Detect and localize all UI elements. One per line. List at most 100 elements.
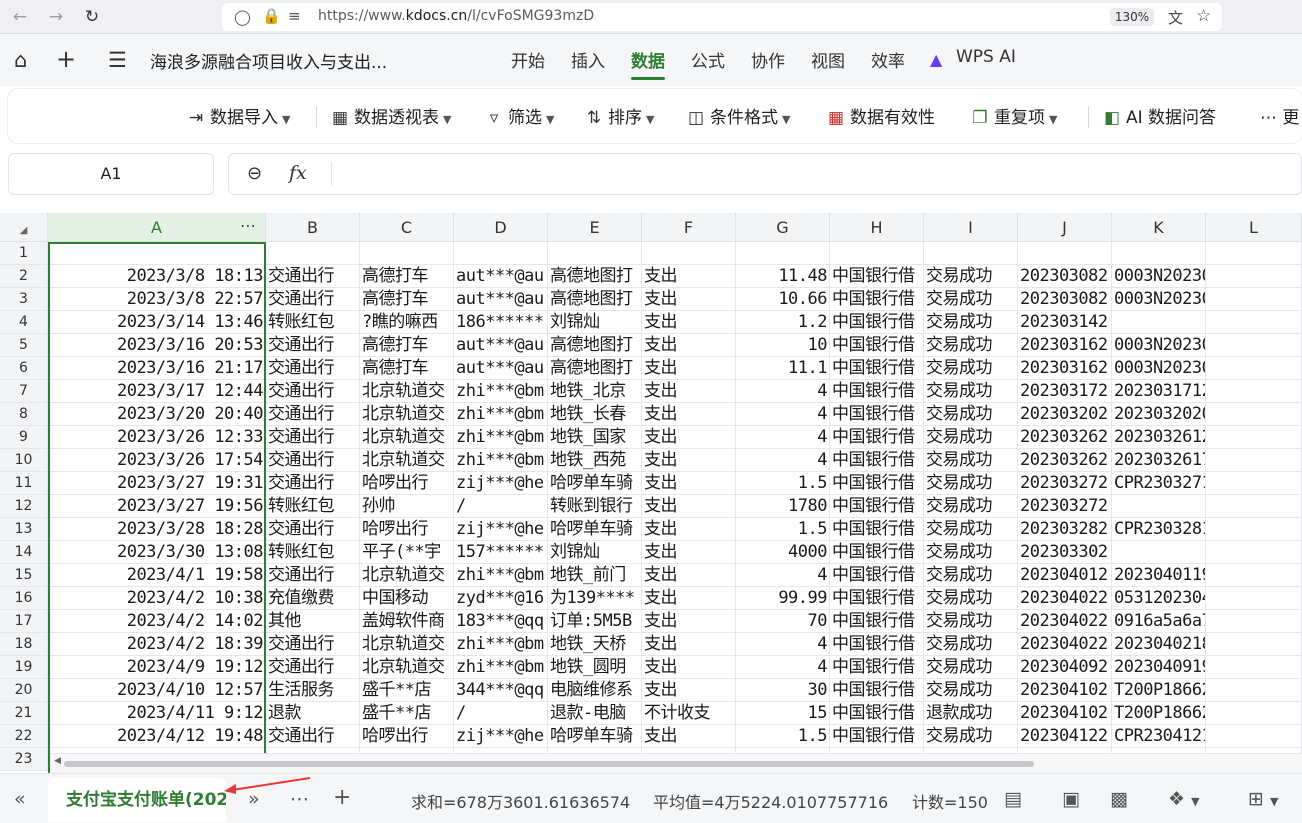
table-cell[interactable]: 转账红包 [266, 495, 360, 518]
forward-icon[interactable]: → [46, 7, 66, 27]
table-cell[interactable]: 202303302 [1018, 541, 1112, 564]
table-cell[interactable]: ?瞧的嘛西 [360, 311, 454, 334]
row-header[interactable]: 20 [0, 679, 48, 702]
table-cell[interactable]: zhi***@bm [454, 633, 548, 656]
table-cell[interactable]: 地铁_前门 [548, 564, 642, 587]
table-cell[interactable]: 哈啰出行 [360, 472, 454, 495]
column-header-b[interactable]: B [266, 213, 360, 242]
table-cell[interactable]: 转账红包 [266, 311, 360, 334]
table-cell[interactable] [1018, 242, 1112, 265]
pivot-table-button[interactable]: ▦ 数据透视表 ▼ [330, 103, 452, 128]
table-cell[interactable]: 哈啰出行 [360, 725, 454, 748]
table-cell[interactable] [1206, 587, 1302, 610]
table-cell[interactable]: 4 [736, 564, 830, 587]
table-cell[interactable]: 2023/3/27 19:56 [48, 495, 266, 518]
table-cell[interactable]: 交易成功 [924, 518, 1018, 541]
table-cell[interactable] [736, 242, 830, 265]
table-cell[interactable]: 地铁_圆明 [548, 656, 642, 679]
table-cell[interactable]: 交易成功 [924, 679, 1018, 702]
column-header-l[interactable]: L [1206, 213, 1302, 242]
table-cell[interactable]: 202303272 [1018, 495, 1112, 518]
table-cell[interactable]: 支出 [642, 587, 736, 610]
table-cell[interactable]: 地铁_长春 [548, 403, 642, 426]
table-cell[interactable]: 中国银行借 [830, 380, 924, 403]
table-cell[interactable]: 北京轨道交 [360, 380, 454, 403]
table-cell[interactable]: 高德地图打 [548, 357, 642, 380]
table-cell[interactable]: 交易成功 [924, 449, 1018, 472]
zoom-level[interactable]: 130% [1110, 8, 1154, 26]
table-cell[interactable]: 充值缴费 [266, 587, 360, 610]
table-cell[interactable]: 202303202040425376 [1112, 403, 1206, 426]
table-cell[interactable]: 中国银行借 [830, 288, 924, 311]
table-cell[interactable]: 11.1 [736, 357, 830, 380]
table-cell[interactable]: 中国银行借 [830, 495, 924, 518]
table-cell[interactable]: 支出 [642, 334, 736, 357]
menu-hamburger-icon[interactable]: ☰ [108, 48, 127, 72]
table-cell[interactable]: 202303162 [1018, 334, 1112, 357]
table-cell[interactable]: zyd***@16 [454, 587, 548, 610]
table-cell[interactable]: 交易成功 [924, 587, 1018, 610]
column-header-g[interactable]: G [736, 213, 830, 242]
table-cell[interactable] [1206, 656, 1302, 679]
duplicates-button[interactable]: ❐ 重复项 ▼ [970, 103, 1057, 128]
table-cell[interactable]: 支出 [642, 656, 736, 679]
table-cell[interactable]: 202303282 [1018, 518, 1112, 541]
table-cell[interactable] [924, 242, 1018, 265]
new-plus-icon[interactable]: + [56, 45, 76, 73]
table-cell[interactable]: 交易成功 [924, 403, 1018, 426]
table-cell[interactable]: 202303172 [1018, 380, 1112, 403]
table-cell[interactable]: 2023/4/11 9:12 [48, 702, 266, 725]
table-cell[interactable] [1206, 495, 1302, 518]
table-cell[interactable]: 高德打车 [360, 334, 454, 357]
table-cell[interactable]: CPR230327193051331 [1112, 472, 1206, 495]
table-cell[interactable]: aut***@au [454, 334, 548, 357]
table-cell[interactable]: 退款-电脑 [548, 702, 642, 725]
table-cell[interactable]: 2023/3/16 20:53 [48, 334, 266, 357]
table-cell[interactable]: 北京轨道交 [360, 633, 454, 656]
table-cell[interactable]: zhi***@bm [454, 426, 548, 449]
table-cell[interactable]: 中国银行借 [830, 633, 924, 656]
table-cell[interactable]: 4 [736, 449, 830, 472]
table-cell[interactable]: 4000 [736, 541, 830, 564]
table-cell[interactable]: 退款成功 [924, 702, 1018, 725]
table-cell[interactable]: 高德地图打 [548, 265, 642, 288]
table-cell[interactable]: 中国银行借 [830, 403, 924, 426]
table-cell[interactable]: 0916a5a6a79544f2a1 [1112, 610, 1206, 633]
table-cell[interactable]: 10.66 [736, 288, 830, 311]
column-header-c[interactable]: C [360, 213, 454, 242]
table-cell[interactable]: 交易成功 [924, 311, 1018, 334]
select-all-corner[interactable]: ◢ [0, 213, 48, 242]
table-cell[interactable]: 哈啰单车骑 [548, 725, 642, 748]
plugin-icon[interactable]: ❖ ▼ [1168, 788, 1200, 810]
table-cell[interactable]: 支出 [642, 495, 736, 518]
table-cell[interactable] [1112, 311, 1206, 334]
home-icon[interactable]: ⌂ [14, 48, 27, 72]
table-cell[interactable]: 2023/4/2 18:39 [48, 633, 266, 656]
table-cell[interactable]: 交易成功 [924, 610, 1018, 633]
table-cell[interactable]: 地铁_西苑 [548, 449, 642, 472]
table-cell[interactable]: 202304022 [1018, 633, 1112, 656]
table-cell[interactable]: 202304011958431176 [1112, 564, 1206, 587]
column-header-d[interactable]: D [454, 213, 548, 242]
row-header[interactable]: 19 [0, 656, 48, 679]
ai-data-qa-button[interactable]: ◧ AI 数据问答 [1102, 103, 1216, 128]
table-cell[interactable]: 支出 [642, 610, 736, 633]
table-cell[interactable]: 支出 [642, 541, 736, 564]
zoom-search-icon[interactable]: ⊖ [247, 163, 262, 184]
table-cell[interactable]: 中国银行借 [830, 472, 924, 495]
row-header[interactable]: 5 [0, 334, 48, 357]
table-cell[interactable]: / [454, 702, 548, 725]
function-icon[interactable]: fx [289, 162, 307, 184]
table-cell[interactable]: 2023/3/8 22:57 [48, 288, 266, 311]
table-cell[interactable] [48, 242, 266, 265]
table-cell[interactable]: 转账到银行 [548, 495, 642, 518]
table-cell[interactable]: 0003N2023030800000 [1112, 265, 1206, 288]
table-cell[interactable] [642, 242, 736, 265]
table-cell[interactable]: 支出 [642, 265, 736, 288]
row-header[interactable]: 6 [0, 357, 48, 380]
table-cell[interactable] [1206, 518, 1302, 541]
table-cell[interactable]: 北京轨道交 [360, 449, 454, 472]
menu-collaborate[interactable]: 协作 [751, 47, 785, 72]
table-cell[interactable]: 0003N2023031600000 [1112, 357, 1206, 380]
table-cell[interactable]: 11.48 [736, 265, 830, 288]
